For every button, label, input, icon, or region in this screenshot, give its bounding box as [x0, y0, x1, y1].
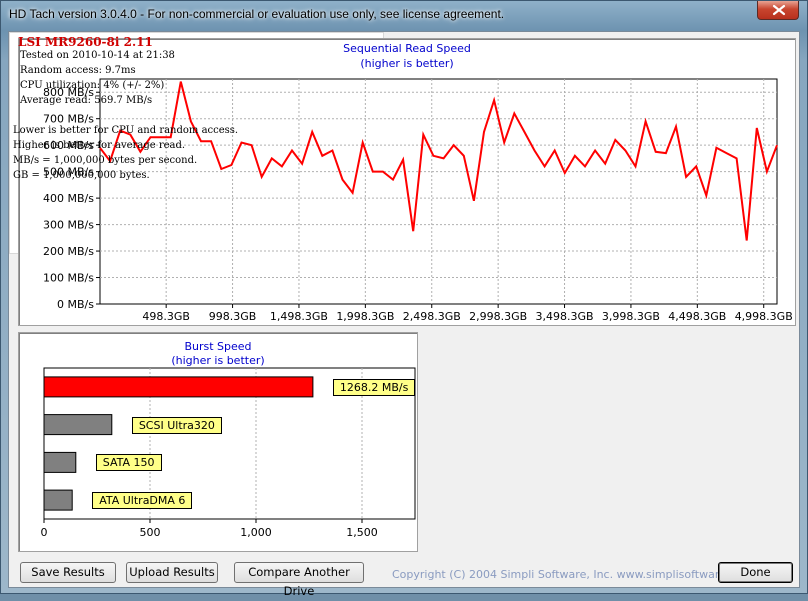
drive-name: LSI MR9260-8i 2.11 — [18, 35, 153, 49]
x-tick-label: 1,498.3GB — [270, 310, 328, 323]
burst-speed-chart: 0 500 1,000 1,500 — [41, 367, 416, 539]
note-lower-better: Lower is better for CPU and random acces… — [13, 125, 239, 136]
x-tick-label: 4,998.3GB — [735, 310, 793, 323]
x-tick-label: 3,998.3GB — [602, 310, 660, 323]
compare-another-drive-button[interactable]: Compare Another Drive — [234, 562, 364, 598]
note-higher-better: Higher is better for average read. — [13, 140, 186, 151]
x-tick-label: 2,998.3GB — [469, 310, 527, 323]
burst-bar — [43, 451, 77, 473]
y-tick-label: 700 MB/s — [43, 113, 94, 126]
note-mbs-definition: MB/s = 1,000,000 bytes per second. — [13, 155, 198, 166]
done-button[interactable]: Done — [718, 562, 793, 583]
y-tick-label: 200 MB/s — [43, 245, 94, 258]
x-tick-label: 3,498.3GB — [536, 310, 594, 323]
burst-bar-label: ATA UltraDMA 6 — [92, 492, 193, 510]
burst-x-tick-label: 1,000 — [240, 526, 272, 539]
y-tick-label: 0 MB/s — [57, 298, 94, 311]
x-tick-label: 4,498.3GB — [668, 310, 726, 323]
burst-x-tick-label: 1,500 — [346, 526, 378, 539]
app-window: HD Tach version 3.0.4.0 - For non-commer… — [0, 0, 808, 598]
note-gb-definition: GB = 1,000,000,000 bytes. — [13, 170, 150, 181]
x-tick-label: 1,998.3GB — [336, 310, 394, 323]
client-area: Sequential Read Speed (higher is better)… — [8, 31, 800, 598]
burst-bar — [43, 376, 314, 398]
close-icon — [772, 4, 786, 16]
burst-bar-label: 1268.2 MB/s — [332, 378, 416, 396]
burst-speed-panel: Burst Speed (higher is better) 0 500 1,000… — [18, 332, 418, 552]
burst-x-tick-label: 0 — [41, 526, 48, 539]
copyright-text[interactable]: Copyright (C) 2004 Simpli Software, Inc.… — [392, 568, 753, 581]
save-results-button[interactable]: Save Results — [20, 562, 116, 583]
plot-area — [99, 78, 778, 305]
title-bar[interactable]: HD Tach version 3.0.4.0 - For non-commer… — [1, 1, 807, 31]
window-title: HD Tach version 3.0.4.0 - For non-commer… — [9, 7, 505, 21]
random-access: Random access: 9.7ms — [20, 65, 136, 76]
x-tick-label: 2,498.3GB — [403, 310, 461, 323]
burst-x-tick-label: 500 — [140, 526, 161, 539]
y-tick-label: 100 MB/s — [43, 272, 94, 285]
x-tick-label: 998.3GB — [209, 310, 257, 323]
tested-on: Tested on 2010-10-14 at 21:38 — [20, 50, 175, 61]
burst-bar — [43, 414, 113, 436]
burst-bar-label: SATA 150 — [95, 454, 162, 472]
close-button[interactable] — [757, 1, 799, 20]
upload-results-button[interactable]: Upload Results — [126, 562, 218, 583]
average-read: Average read: 569.7 MB/s — [20, 95, 153, 106]
cpu-utilization: CPU utilization: 4% (+/- 2%) — [20, 80, 165, 91]
burst-bar — [43, 489, 73, 511]
x-tick-label: 498.3GB — [142, 310, 190, 323]
y-tick-label: 300 MB/s — [43, 219, 94, 232]
y-tick-label: 400 MB/s — [43, 192, 94, 205]
burst-bar-label: SCSI Ultra320 — [131, 416, 222, 434]
